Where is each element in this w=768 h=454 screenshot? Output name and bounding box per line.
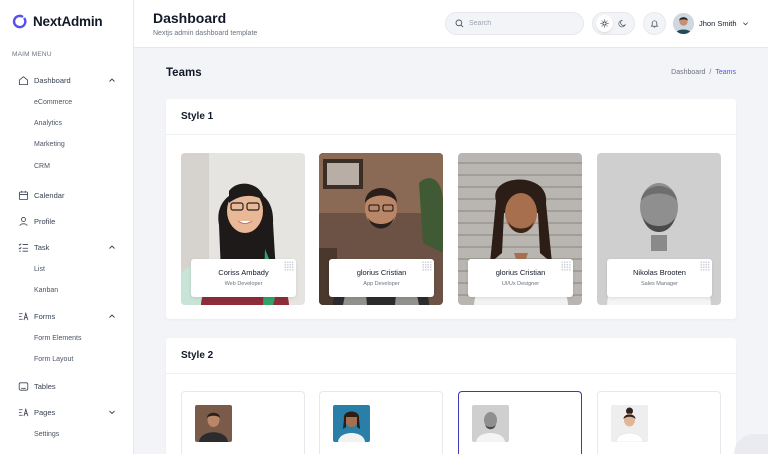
- panel-title: Style 2: [181, 350, 214, 361]
- dots-pattern: [700, 261, 710, 271]
- search-icon: [455, 19, 464, 28]
- team-style1-panel: Style 1 Coriss Ambady Web Developer glor…: [166, 99, 736, 319]
- table-icon: [18, 381, 29, 392]
- member-info: Nikolas Brooten Sales Manager: [607, 259, 712, 297]
- pages-icon: [18, 407, 29, 418]
- team-card[interactable]: Nikolas Brooten Sales Manager: [597, 153, 721, 305]
- member-photo: [472, 405, 509, 442]
- page-corner-decoration: [734, 434, 768, 454]
- panel-divider: [166, 134, 736, 135]
- search-input[interactable]: [469, 20, 569, 27]
- notifications-button[interactable]: [643, 12, 666, 35]
- logo-icon: [12, 14, 27, 29]
- sidebar-subitem-kanban[interactable]: Kanban: [34, 287, 58, 294]
- header-title: Dashboard: [153, 10, 227, 26]
- sidebar-item-profile[interactable]: Profile: [18, 214, 120, 228]
- member-role: Web Developer: [224, 281, 263, 287]
- breadcrumb-link-dashboard[interactable]: Dashboard: [671, 69, 705, 76]
- member-info: glorius Cristian UI/Ux Designer: [468, 259, 573, 297]
- member-role: Sales Manager: [641, 281, 678, 287]
- member-photo: [611, 405, 648, 442]
- bell-icon: [650, 20, 659, 28]
- sidebar-item-label: Tables: [34, 381, 56, 391]
- team-card[interactable]: Coriss Ambady Web Developer: [181, 153, 305, 305]
- sidebar-item-label: Dashboard: [34, 75, 71, 85]
- team-style2-panel: Style 2: [166, 338, 736, 454]
- member-name: Coriss Ambady: [218, 268, 269, 277]
- header-subtitle: Nextjs admin dashboard template: [153, 30, 258, 37]
- member-role: App Developer: [363, 281, 400, 287]
- member-name: glorius Cristian: [495, 268, 546, 277]
- menu-section-title: MAIM MENU: [12, 51, 52, 58]
- home-icon: [18, 75, 29, 86]
- member-name: Nikolas Brooten: [633, 268, 686, 277]
- moon-icon: [618, 19, 626, 28]
- team-card-compact[interactable]: [597, 391, 721, 454]
- member-name: glorius Cristian: [356, 268, 407, 277]
- user-icon: [18, 216, 29, 227]
- user-name: Jhon Smith: [699, 19, 737, 28]
- sidebar-item-label: Forms: [34, 311, 56, 321]
- app-name: NextAdmin: [33, 14, 103, 29]
- dots-pattern: [422, 261, 432, 271]
- member-photo: [195, 405, 232, 442]
- member-role: UI/Ux Designer: [501, 281, 540, 287]
- page-title: Teams: [166, 67, 202, 79]
- sidebar-subitem-marketing[interactable]: Marketing: [34, 141, 65, 148]
- team-card-compact-selected[interactable]: [458, 391, 582, 454]
- sidebar-subitem-crm[interactable]: CRM: [34, 163, 50, 170]
- breadcrumb: Dashboard / Teams: [671, 69, 736, 76]
- sidebar-item-tables[interactable]: Tables: [18, 379, 120, 393]
- theme-toggle[interactable]: [592, 12, 635, 35]
- sidebar-item-task[interactable]: Task: [18, 240, 120, 254]
- team-card[interactable]: glorius Cristian UI/Ux Designer: [458, 153, 582, 305]
- team-card-compact[interactable]: [181, 391, 305, 454]
- sidebar-item-label: Calendar: [34, 190, 65, 200]
- sidebar-subitem-analytics[interactable]: Analytics: [34, 120, 62, 127]
- breadcrumb-separator: /: [709, 69, 712, 76]
- sidebar-subitem-settings[interactable]: Settings: [34, 431, 59, 438]
- panel-title: Style 1: [181, 111, 214, 122]
- chevron-down-icon: [109, 410, 115, 415]
- chevron-down-icon: [742, 22, 748, 26]
- top-header: Dashboard Nextjs admin dashboard templat…: [134, 0, 768, 48]
- panel-divider: [166, 373, 736, 374]
- sidebar-item-label: Pages: [34, 407, 56, 417]
- chevron-up-icon: [109, 314, 115, 318]
- calendar-icon: [18, 190, 29, 201]
- member-info: glorius Cristian App Developer: [329, 259, 434, 297]
- sidebar-item-label: Profile: [34, 216, 56, 226]
- user-menu[interactable]: Jhon Smith: [673, 13, 749, 34]
- breadcrumb-current: Teams: [715, 69, 736, 76]
- dark-mode-button[interactable]: [614, 15, 631, 32]
- member-photo: [333, 405, 370, 442]
- sidebar-item-forms[interactable]: Forms: [18, 309, 120, 323]
- chevron-up-icon: [109, 245, 115, 249]
- sidebar-item-dashboard[interactable]: Dashboard: [18, 73, 120, 87]
- sun-icon: [600, 19, 609, 28]
- sidebar-item-label: Task: [34, 242, 50, 252]
- forms-icon: [18, 311, 29, 322]
- sidebar-subitem-list[interactable]: List: [34, 266, 45, 273]
- sidebar-item-pages[interactable]: Pages: [18, 405, 120, 419]
- task-list-icon: [18, 242, 29, 253]
- light-mode-button[interactable]: [596, 15, 613, 32]
- sidebar: NextAdmin MAIM MENU Dashboard eCommerce …: [0, 0, 134, 454]
- member-info: Coriss Ambady Web Developer: [191, 259, 296, 297]
- team-card-compact[interactable]: [319, 391, 443, 454]
- sidebar-subitem-form-elements[interactable]: Form Elements: [34, 335, 81, 342]
- sidebar-item-calendar[interactable]: Calendar: [18, 188, 120, 202]
- sidebar-subitem-form-layout[interactable]: Form Layout: [34, 356, 73, 363]
- dots-pattern: [284, 261, 294, 271]
- sidebar-subitem-ecommerce[interactable]: eCommerce: [34, 99, 72, 106]
- chevron-up-icon: [109, 78, 115, 82]
- team-card[interactable]: glorius Cristian App Developer: [319, 153, 443, 305]
- logo[interactable]: NextAdmin: [12, 14, 103, 29]
- avatar: [673, 13, 694, 34]
- dots-pattern: [561, 261, 571, 271]
- search-box[interactable]: [445, 12, 584, 35]
